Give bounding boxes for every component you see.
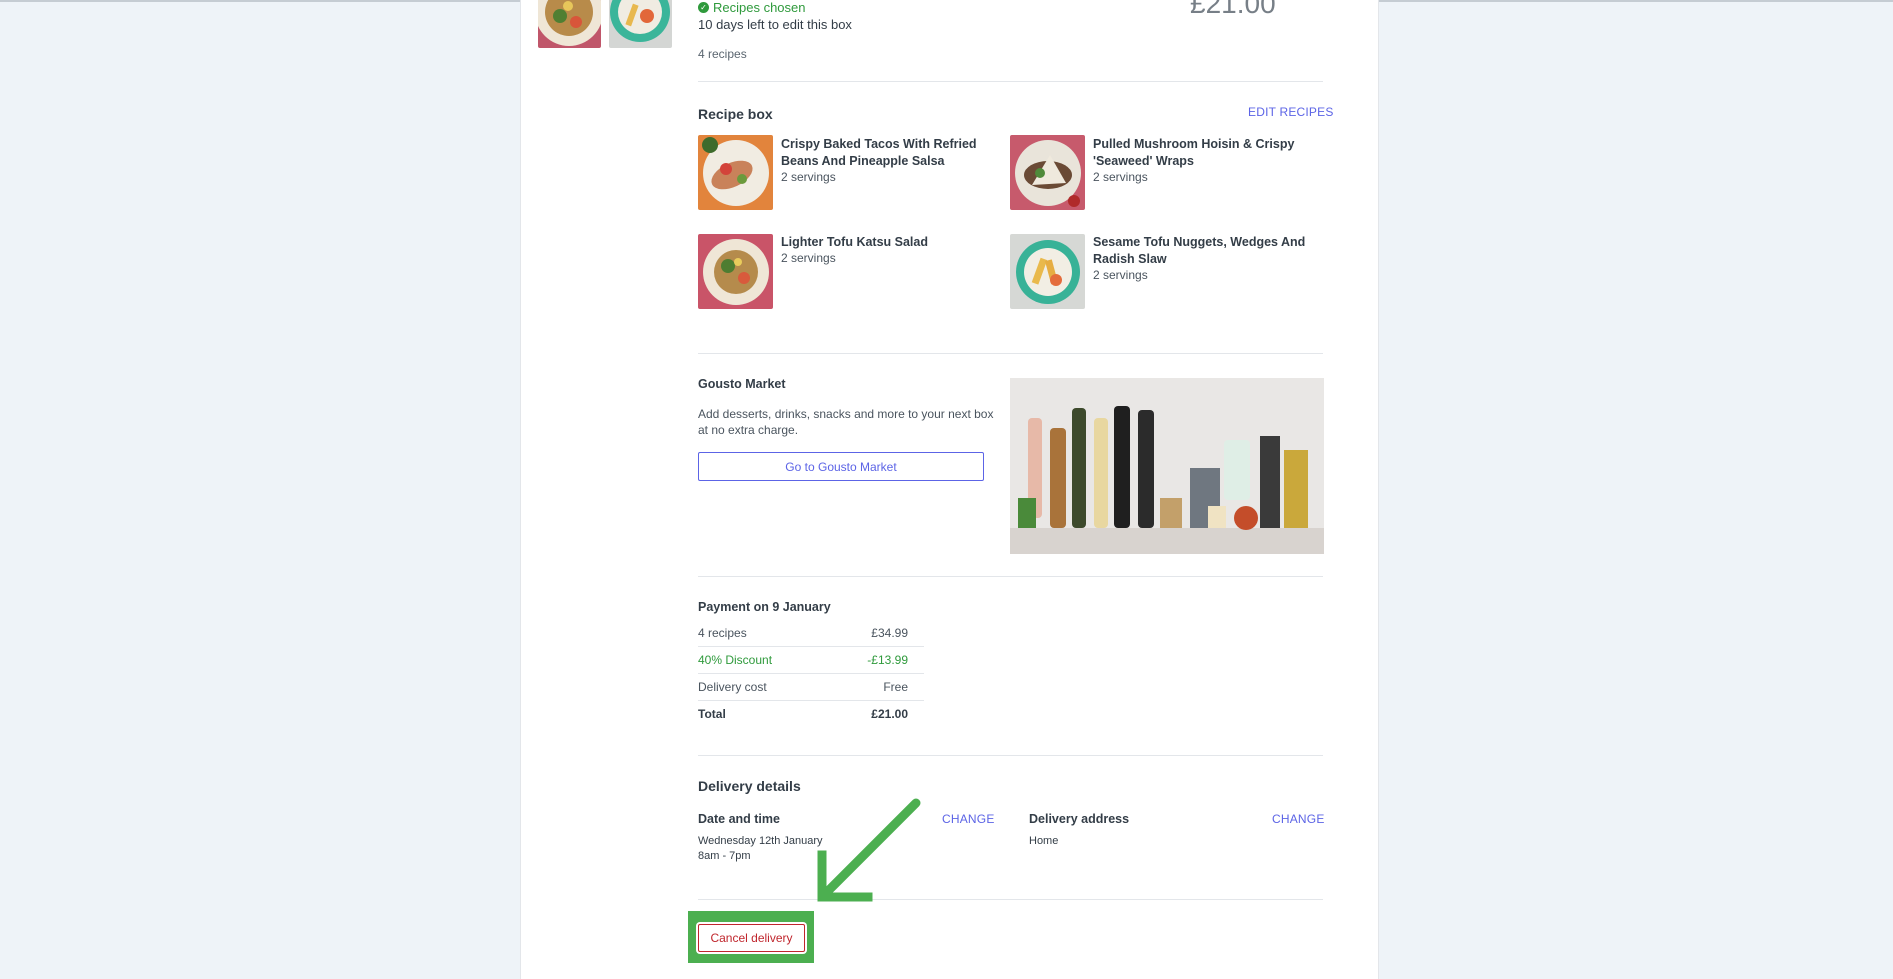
- recipe-box-title: Recipe box: [698, 106, 773, 122]
- payment-total-row: Total £21.00: [698, 701, 924, 727]
- change-date-link[interactable]: CHANGE: [942, 812, 995, 826]
- cancel-delivery-button[interactable]: Cancel delivery: [698, 924, 805, 952]
- recipes-chosen-status: ✓ Recipes chosen: [698, 0, 806, 15]
- annotation-arrow-icon: [817, 798, 921, 902]
- recipe-servings: 2 servings: [1093, 268, 1148, 282]
- recipe-name[interactable]: Lighter Tofu Katsu Salad: [781, 234, 1011, 251]
- edit-recipes-link[interactable]: EDIT RECIPES: [1248, 105, 1334, 119]
- recipe-servings: 2 servings: [1093, 170, 1148, 184]
- divider: [698, 576, 1323, 577]
- date-time-label: Date and time: [698, 812, 780, 826]
- recipe-name[interactable]: Sesame Tofu Nuggets, Wedges And Radish S…: [1093, 234, 1323, 268]
- payment-row-label: 4 recipes: [698, 626, 747, 640]
- go-to-market-button[interactable]: Go to Gousto Market: [698, 452, 984, 481]
- payment-row-label: Total: [698, 707, 726, 721]
- payment-row-value: -£13.99: [867, 653, 908, 667]
- status-label: Recipes chosen: [713, 0, 806, 15]
- order-recipe-thumbnail: [609, 0, 672, 48]
- recipe-servings: 2 servings: [781, 251, 836, 265]
- check-circle-icon: ✓: [698, 2, 709, 13]
- divider: [698, 755, 1323, 756]
- payment-row: 40% Discount -£13.99: [698, 647, 924, 674]
- change-address-link[interactable]: CHANGE: [1272, 812, 1325, 826]
- payment-row: 4 recipes £34.99: [698, 620, 924, 647]
- recipe-image[interactable]: [698, 234, 773, 309]
- divider: [698, 353, 1323, 354]
- payment-row-value: Free: [883, 680, 908, 694]
- delivery-time: 8am - 7pm: [698, 850, 751, 862]
- recipe-name[interactable]: Crispy Baked Tacos With Refried Beans An…: [781, 136, 1011, 170]
- divider: [698, 899, 1323, 900]
- market-products-image[interactable]: [1010, 378, 1324, 554]
- payment-row-value: £21.00: [871, 707, 908, 721]
- payment-title: Payment on 9 January: [698, 600, 831, 614]
- chevron-up-icon[interactable]: ⌃: [1298, 0, 1320, 15]
- order-price: £21.00: [1190, 0, 1276, 19]
- payment-row: Delivery cost Free: [698, 674, 924, 701]
- recipe-image[interactable]: [698, 135, 773, 210]
- divider: [698, 81, 1323, 82]
- payment-row-value: £34.99: [871, 626, 908, 640]
- recipe-name[interactable]: Pulled Mushroom Hoisin & Crispy 'Seaweed…: [1093, 136, 1323, 170]
- payment-row-label: 40% Discount: [698, 653, 773, 667]
- delivery-address-label: Delivery address: [1029, 812, 1130, 826]
- recipe-image[interactable]: [1010, 234, 1085, 309]
- recipe-servings: 2 servings: [781, 170, 836, 184]
- recipe-count: 4 recipes: [698, 47, 747, 61]
- order-recipe-thumbnail: [538, 0, 601, 48]
- delivery-title: Delivery details: [698, 778, 801, 794]
- recipe-image[interactable]: [1010, 135, 1085, 210]
- edit-deadline: 10 days left to edit this box: [698, 17, 852, 32]
- payment-row-label: Delivery cost: [698, 680, 767, 694]
- market-description: Add desserts, drinks, snacks and more to…: [698, 407, 994, 437]
- market-title: Gousto Market: [698, 377, 786, 391]
- delivery-address: Home: [1029, 835, 1059, 847]
